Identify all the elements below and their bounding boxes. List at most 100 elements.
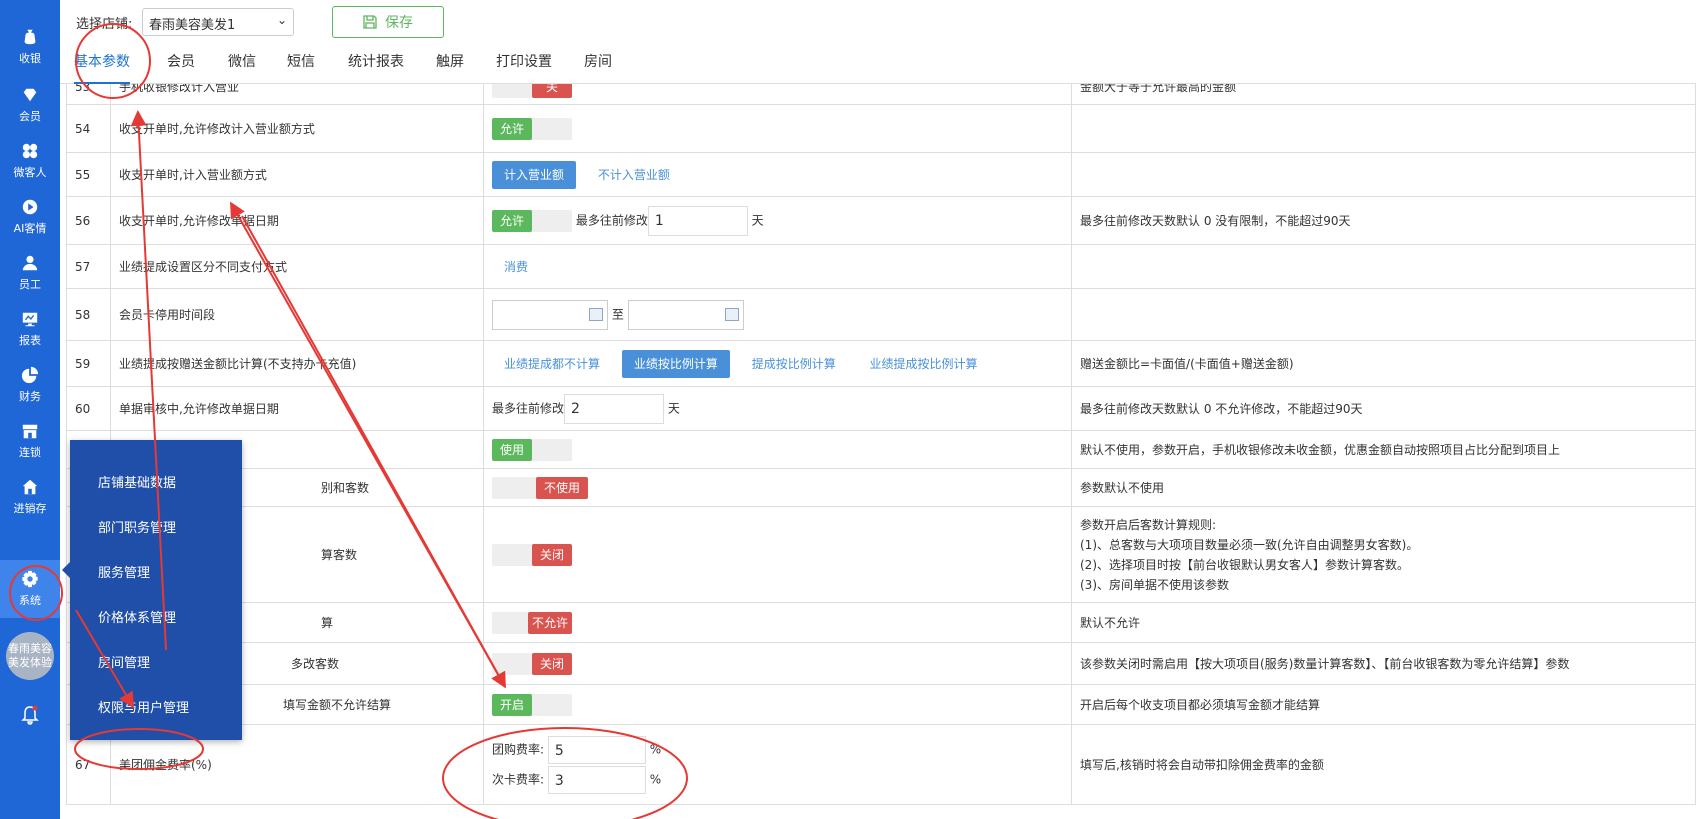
group-rate-input[interactable]: 5 <box>547 735 646 764</box>
row-name: 单据审核中,允许修改单据日期 <box>110 386 484 431</box>
sidebar-item-chain[interactable]: 连锁 <box>0 422 60 478</box>
store-select[interactable]: 春雨美容美发1 ⌄ <box>142 8 294 36</box>
row-name: 收支开单时,计入营业额方式 <box>110 152 484 197</box>
save-icon <box>363 15 377 29</box>
table-row: 57 业绩提成设置区分不同支付方式 消费 <box>66 244 1696 289</box>
option-none[interactable]: 业绩提成都不计算 <box>492 350 612 378</box>
row-note-line: (2)、选择项目时按【前台收银默认男女客人】参数计算客数。 <box>1080 557 1410 572</box>
toggle-not-use[interactable]: 不使用 <box>492 476 588 499</box>
pie-chart-icon <box>21 366 39 384</box>
tab-basic-params[interactable]: 基本参数 <box>74 50 130 84</box>
field-prefix: 最多往前修改 <box>492 401 565 415</box>
tab-wechat[interactable]: 微信 <box>228 50 256 84</box>
row-note: 默认不允许 <box>1071 602 1696 643</box>
params-table-area: 53 手机收银修改计入营业 关 金额大于等于允许最高的金额 54 收支开单时,允… <box>66 84 1696 819</box>
tab-print-settings[interactable]: 打印设置 <box>496 50 552 84</box>
row-note: 金额大于等于允许最高的金额 <box>1071 84 1696 105</box>
sidebar-item-label: 系统 <box>19 594 41 607</box>
store-avatar[interactable]: 春雨美容美发体验 <box>6 632 54 680</box>
calendar-icon[interactable] <box>724 307 739 321</box>
table-row: 53 手机收银修改计入营业 关 金额大于等于允许最高的金额 <box>66 84 1696 105</box>
sidebar-item-label: 员工 <box>19 278 41 291</box>
store-icon <box>22 424 38 439</box>
toggle-label: 不允许 <box>528 611 572 634</box>
toggle-close[interactable]: 关闭 <box>492 543 572 566</box>
tab-stat-reports[interactable]: 统计报表 <box>348 50 404 84</box>
menu-item-permissions-users[interactable]: 权限与用户管理 <box>98 697 189 716</box>
tab-member[interactable]: 会员 <box>167 50 195 84</box>
sidebar-item-system[interactable]: 系统 <box>0 560 60 618</box>
menu-item-department-management[interactable]: 部门职务管理 <box>98 517 176 536</box>
days-input[interactable]: 2 <box>564 393 665 424</box>
field-prefix: 最多往前修改 <box>575 213 648 227</box>
days-input[interactable]: 1 <box>647 205 748 236</box>
calendar-icon[interactable] <box>589 307 603 321</box>
row-number: 57 <box>66 244 111 289</box>
field-unit: 天 <box>751 213 764 227</box>
store-select-value: 春雨美容美发1 <box>149 18 236 33</box>
toggle-label: 使用 <box>492 438 532 461</box>
row-note: 最多往前修改天数默认 0 没有限制，不能超过90天 <box>1071 196 1696 245</box>
sidebar-item-ai[interactable]: AI客情 <box>0 198 60 254</box>
submenu-pointer <box>62 562 70 578</box>
params-table: 53 手机收银修改计入营业 关 金额大于等于允许最高的金额 54 收支开单时,允… <box>66 84 1696 805</box>
option-perf-ratio[interactable]: 业绩按比例计算 <box>621 349 730 378</box>
sidebar-item-member[interactable]: 会员 <box>0 86 60 142</box>
toggle-label: 关闭 <box>532 543 572 566</box>
top-bar: 选择店铺: 春雨美容美发1 ⌄ 保存 基本参数 会员 微信 短信 统计报表 触屏… <box>60 0 1696 84</box>
menu-item-store-basic-data[interactable]: 店铺基础数据 <box>98 472 176 491</box>
row-name: 业绩提成设置区分不同支付方式 <box>110 244 484 289</box>
tab-room[interactable]: 房间 <box>584 50 612 84</box>
clover-icon <box>22 143 38 159</box>
row-name: 收支开单时,允许修改单据日期 <box>110 196 484 245</box>
row-note: 参数默认不使用 <box>1071 468 1696 507</box>
menu-item-service-management[interactable]: 服务管理 <box>98 562 150 581</box>
row-number: 55 <box>66 152 111 197</box>
sidebar-item-label: 会员 <box>19 110 41 123</box>
card-rate-input[interactable]: 3 <box>547 765 646 794</box>
toggle[interactable]: 关 <box>492 84 572 98</box>
monitor-icon <box>22 312 38 327</box>
toggle-close[interactable]: 关闭 <box>492 652 572 675</box>
toggle-label: 允许 <box>492 209 532 232</box>
menu-item-room-management[interactable]: 房间管理 <box>98 652 150 671</box>
sidebar-item-finance[interactable]: 财务 <box>0 366 60 422</box>
menu-item-price-system[interactable]: 价格体系管理 <box>98 607 176 626</box>
diamond-icon <box>23 88 37 102</box>
option-consume[interactable]: 消费 <box>492 253 540 281</box>
option-commission-ratio[interactable]: 提成按比例计算 <box>740 350 848 378</box>
table-row: 63 算客数 关闭 参数开启后客数计算规则: (1)、总客数与大项项目数量必须一… <box>66 506 1696 603</box>
save-button[interactable]: 保存 <box>332 6 444 38</box>
row-note-line: 参数开启后客数计算规则: <box>1080 517 1217 532</box>
toggle-use[interactable]: 使用 <box>492 438 572 461</box>
sidebar-item-staff[interactable]: 员工 <box>0 254 60 310</box>
sidebar-item-label: 报表 <box>19 334 41 347</box>
bell-icon[interactable] <box>18 703 42 727</box>
tab-touch-screen[interactable]: 触屏 <box>436 50 464 84</box>
table-row: 66 填写金额不允许结算 开启 开启后每个收支项目都必须填写金额才能结算 <box>66 684 1696 725</box>
start-date-input[interactable] <box>492 299 608 330</box>
option-both-ratio[interactable]: 业绩提成按比例计算 <box>858 350 990 378</box>
toggle-open[interactable]: 开启 <box>492 693 572 716</box>
toggle-not-allow[interactable]: 不允许 <box>492 611 572 634</box>
sidebar-item-reports[interactable]: 报表 <box>0 310 60 366</box>
menu-item-system-params[interactable]: 系统运行参数 <box>98 742 176 761</box>
sidebar-item-inventory[interactable]: 进销存 <box>0 478 60 534</box>
sidebar-item-label: 连锁 <box>19 446 41 459</box>
toggle-allow[interactable]: 允许 <box>492 209 572 232</box>
row-name: 业绩提成按赠送金额比计算(不支持办卡充值) <box>110 340 484 387</box>
play-circle-icon <box>22 199 38 215</box>
sidebar-item-wechat-guest[interactable]: 微客人 <box>0 142 60 198</box>
toggle-allow[interactable]: 允许 <box>492 117 572 140</box>
sidebar: 收银 会员 微客人 AI客情 员工 报表 财务 连锁 进销存 系统 春雨美容美发… <box>0 0 60 819</box>
end-date-input[interactable] <box>627 299 744 330</box>
tab-sms[interactable]: 短信 <box>287 50 315 84</box>
option-count-revenue[interactable]: 计入营业额 <box>492 160 577 189</box>
row-name: 会员卡停用时间段 <box>110 288 484 341</box>
sidebar-item-cashier[interactable]: 收银 <box>0 28 60 84</box>
option-not-count-revenue[interactable]: 不计入营业额 <box>586 161 682 189</box>
table-row: 64 算 不允许 默认不允许 <box>66 602 1696 643</box>
sidebar-item-label: 进销存 <box>13 502 47 515</box>
toggle-label: 开启 <box>492 693 532 716</box>
row-note: 最多往前修改天数默认 0 不允许修改，不能超过90天 <box>1071 386 1696 431</box>
